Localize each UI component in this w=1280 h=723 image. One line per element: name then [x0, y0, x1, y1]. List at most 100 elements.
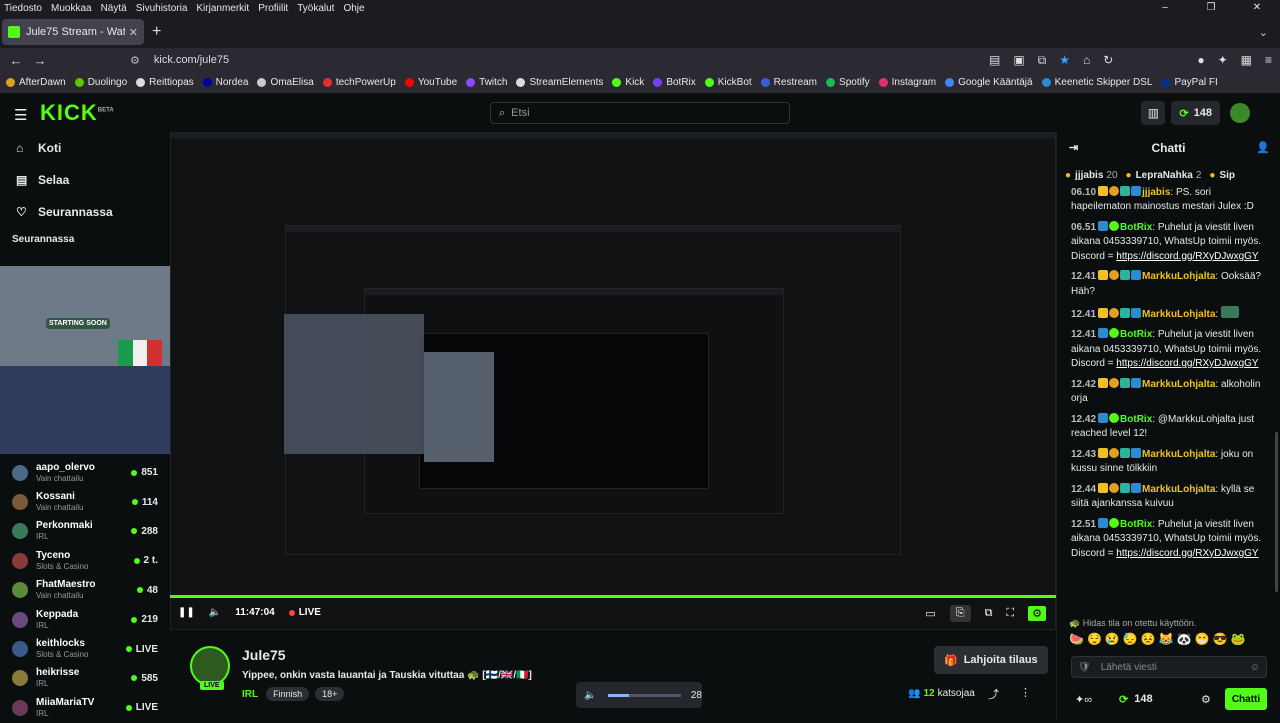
reader-view-icon[interactable]: ▤: [989, 53, 1000, 67]
video-player[interactable]: [170, 132, 1056, 630]
more-options-icon[interactable]: ⋮: [1020, 686, 1031, 699]
pip-icon[interactable]: ⧉: [1038, 53, 1047, 68]
collapse-chat-icon[interactable]: ⇥: [1069, 141, 1078, 154]
top-gifter[interactable]: ● jjjabis 20: [1065, 170, 1118, 181]
message-user[interactable]: jjjabis: [1142, 187, 1170, 198]
emote-cry-icon[interactable]: 😢: [1105, 632, 1120, 646]
address-bar[interactable]: ⚙ kick.com/jule75: [130, 50, 970, 70]
streamer-name[interactable]: Jule75: [242, 647, 286, 663]
bookmark-item[interactable]: BotRix: [653, 77, 696, 88]
chat-message-input[interactable]: 🛡 Lähetä viesti ☺: [1071, 656, 1267, 678]
menu-item-työkalut[interactable]: Työkalut: [297, 3, 334, 14]
emote-sweat-icon[interactable]: 😓: [1123, 632, 1138, 646]
chat-scrollbar[interactable]: [1275, 432, 1278, 592]
bookmark-item[interactable]: Kick: [612, 77, 644, 88]
hamburger-menu-icon[interactable]: ☰: [14, 106, 27, 124]
followed-channel[interactable]: Kossani Vain chattailu 114: [0, 487, 170, 516]
message-user[interactable]: MarkkuLohjalta: [1142, 271, 1215, 282]
bookmark-item[interactable]: Duolingo: [74, 77, 127, 88]
message-user[interactable]: BotRix: [1120, 519, 1152, 530]
menu-item-näytä[interactable]: Näytä: [101, 3, 127, 14]
emote-panda-icon[interactable]: 🐼: [1177, 632, 1192, 646]
bookmark-item[interactable]: PayPal FI: [1161, 77, 1218, 88]
sidebar-nav-koti[interactable]: ⌂ Koti: [0, 132, 170, 164]
bookmark-item[interactable]: Nordea: [202, 77, 248, 88]
message-user[interactable]: BotRix: [1120, 222, 1152, 233]
forward-icon[interactable]: →: [28, 53, 52, 68]
live-progress-bar[interactable]: [170, 595, 1056, 598]
menu-item-profiilit[interactable]: Profiilit: [258, 3, 288, 14]
chat-points[interactable]: ⟳ 148: [1119, 693, 1153, 706]
close-window-icon[interactable]: ✕: [1234, 0, 1280, 16]
followed-channel[interactable]: Tyceno Slots & Casino 2 t.: [0, 546, 170, 575]
fullscreen-icon[interactable]: ⛶: [1006, 607, 1014, 620]
bookmark-item[interactable]: KickBot: [704, 77, 752, 88]
message-link[interactable]: https://discord.gg/RXyDJwxgGY: [1116, 358, 1258, 369]
settings-gear-icon[interactable]: ⚙: [1028, 606, 1046, 621]
category-link[interactable]: IRL: [242, 689, 258, 700]
browser-tab[interactable]: Jule75 Stream - Watch Live on ✕: [2, 19, 144, 45]
points-button[interactable]: ⟳ 148: [1171, 101, 1220, 125]
home-icon[interactable]: ⌂: [1083, 53, 1090, 67]
gift-subscription-button[interactable]: 🎁 Lahjoita tilaus: [934, 646, 1048, 674]
followed-channel[interactable]: Keppada IRL 219: [0, 605, 170, 634]
maximize-icon[interactable]: ❐: [1188, 0, 1234, 16]
new-tab-button[interactable]: +: [152, 23, 161, 41]
webcam-preview[interactable]: STARTING SOON: [0, 266, 170, 454]
kick-logo[interactable]: KICKBETA: [40, 100, 114, 126]
studio-button[interactable]: ▥: [1141, 101, 1166, 125]
emote-smile-icon[interactable]: 😌: [1087, 632, 1102, 646]
streamer-avatar[interactable]: [190, 646, 230, 686]
top-gifter[interactable]: ● LepraNahka 2: [1126, 170, 1202, 181]
menu-item-kirjanmerkit[interactable]: Kirjanmerkit: [196, 3, 249, 14]
emote-pepe-icon[interactable]: 🐸: [1231, 632, 1246, 646]
sidebar-nav-selaa[interactable]: ▤ Selaa: [0, 164, 170, 196]
theater-mode-icon[interactable]: ▭: [925, 607, 935, 620]
account-icon[interactable]: ●: [1197, 53, 1204, 67]
list-tabs-icon[interactable]: ⌄: [1259, 26, 1268, 39]
site-info-icon[interactable]: ⚙: [130, 54, 140, 67]
bookmark-item[interactable]: Keenetic Skipper DSL: [1041, 77, 1152, 88]
chat-send-button[interactable]: Chatti: [1225, 688, 1267, 710]
chat-users-icon[interactable]: 👤: [1256, 141, 1270, 154]
followed-channel[interactable]: heikrisse IRL 585: [0, 664, 170, 693]
message-link[interactable]: https://discord.gg/RXyDJwxgGY: [1116, 548, 1258, 559]
bookmark-item[interactable]: Twitch: [466, 77, 507, 88]
bookmark-item[interactable]: Restream: [760, 77, 817, 88]
url-text[interactable]: kick.com/jule75: [154, 54, 229, 66]
followed-channel[interactable]: aapo_olervo Vain chattailu 851: [0, 458, 170, 487]
followed-channel[interactable]: keithlocks Slots & Casino LIVE: [0, 634, 170, 663]
pip-player-icon[interactable]: ⧉: [985, 607, 993, 620]
message-link[interactable]: https://discord.gg/RXyDJwxgGY: [1116, 251, 1258, 262]
share-icon[interactable]: ⤴: [988, 686, 999, 702]
screenshot-icon[interactable]: ▣: [1013, 53, 1024, 67]
emoji-picker-icon[interactable]: ☺: [1250, 662, 1260, 673]
clip-button[interactable]: ⎘: [949, 605, 971, 622]
message-user[interactable]: BotRix: [1120, 414, 1152, 425]
emote-watermelon-icon[interactable]: 🍉: [1069, 632, 1084, 646]
bookmark-item[interactable]: YouTube: [404, 77, 457, 88]
bookmark-star-icon[interactable]: ★: [1059, 53, 1070, 67]
chat-rules-icon[interactable]: 🛡: [1078, 662, 1091, 673]
close-tab-icon[interactable]: ✕: [129, 26, 138, 39]
bookmark-item[interactable]: Instagram: [878, 77, 936, 88]
message-user[interactable]: MarkkuLohjalta: [1142, 449, 1215, 460]
minimize-icon[interactable]: –: [1142, 0, 1188, 16]
bookmark-item[interactable]: Reittiopas: [136, 77, 194, 88]
bookmark-item[interactable]: Google Kääntäjä: [945, 77, 1033, 88]
bookmark-item[interactable]: Spotify: [826, 77, 870, 88]
message-user[interactable]: MarkkuLohjalta: [1142, 484, 1215, 495]
addon-icon[interactable]: ▦: [1241, 53, 1252, 67]
bookmark-item[interactable]: StreamElements: [516, 77, 603, 88]
menu-item-tiedosto[interactable]: Tiedosto: [4, 3, 42, 14]
emote-grin-icon[interactable]: 😁: [1195, 632, 1210, 646]
emote-squint-icon[interactable]: 😣: [1141, 632, 1156, 646]
volume-icon[interactable]: 🔈: [209, 607, 221, 618]
pause-icon[interactable]: ❚❚: [178, 607, 195, 618]
message-user[interactable]: BotRix: [1120, 329, 1152, 340]
menu-item-sivuhistoria[interactable]: Sivuhistoria: [136, 3, 188, 14]
bookmark-item[interactable]: OmaElisa: [257, 77, 314, 88]
chat-settings-icon[interactable]: ⚙: [1201, 693, 1211, 706]
tag-language[interactable]: Finnish: [266, 687, 310, 701]
bookmark-item[interactable]: AfterDawn: [6, 77, 66, 88]
